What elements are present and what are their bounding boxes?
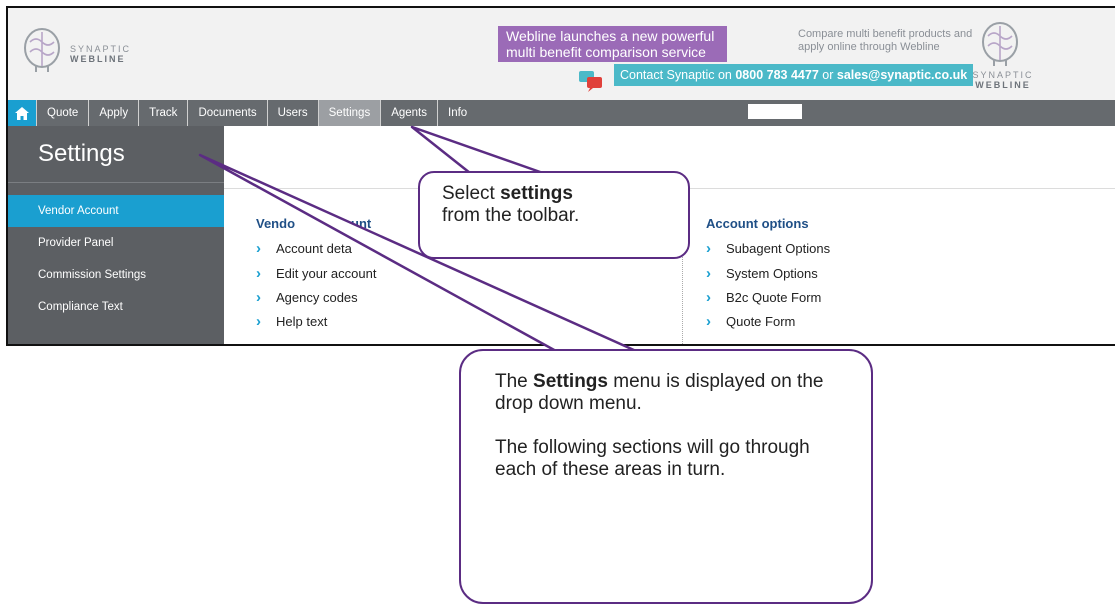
chevron-right-icon: ›	[256, 289, 261, 306]
link-edit-account[interactable]: › Edit your account	[256, 265, 376, 282]
chevron-right-icon: ›	[706, 240, 711, 257]
link-subagent-options[interactable]: › Subagent Options	[706, 240, 830, 257]
nav-agents[interactable]: Agents	[380, 100, 437, 126]
sidebar-item-provider-panel[interactable]: Provider Panel	[8, 227, 224, 259]
nav-documents[interactable]: Documents	[187, 100, 266, 126]
home-icon	[15, 106, 29, 120]
nav-info[interactable]: Info	[437, 100, 477, 126]
account-options-heading: Account options	[706, 216, 809, 231]
promo-banner[interactable]: Webline launches a new powerful multi be…	[498, 26, 727, 62]
header: SYNAPTIC WEBLINE Webline launches a new …	[8, 8, 1115, 100]
callout-select-settings: Select settings from the toolbar.	[418, 171, 690, 259]
chat-icon	[578, 70, 604, 92]
callout-settings-menu: The Settings menu is displayed on the dr…	[459, 349, 873, 604]
brain-logo-icon	[980, 20, 1020, 68]
chevron-right-icon: ›	[256, 240, 261, 257]
sidebar: Settings Vendor Account Provider Panel C…	[8, 126, 224, 344]
column-divider	[682, 254, 683, 344]
link-account-details[interactable]: › Account deta	[256, 240, 352, 257]
chevron-right-icon: ›	[706, 265, 711, 282]
compare-text: Compare multi benefit products and apply…	[798, 28, 973, 53]
link-help-text[interactable]: › Help text	[256, 313, 327, 330]
toolbar: Quote Apply Track Documents Users Settin…	[8, 100, 1115, 126]
link-agency-codes[interactable]: › Agency codes	[256, 289, 358, 306]
logo-left-text: SYNAPTIC WEBLINE	[70, 44, 132, 64]
link-system-options[interactable]: › System Options	[706, 265, 818, 282]
link-b2c-quote-form[interactable]: › B2c Quote Form	[706, 289, 821, 306]
vendor-account-heading: Vendo unt	[256, 216, 372, 231]
contact-email[interactable]: sales@synaptic.co.uk	[837, 68, 967, 82]
chevron-right-icon: ›	[256, 265, 261, 282]
sidebar-item-compliance-text[interactable]: Compliance Text	[8, 291, 224, 323]
contact-phone[interactable]: 0800 783 4477	[735, 68, 818, 82]
toolbar-search-box[interactable]	[748, 104, 802, 119]
sidebar-item-vendor-account[interactable]: Vendor Account	[8, 195, 224, 227]
home-button[interactable]	[8, 100, 36, 126]
chevron-right-icon: ›	[706, 313, 711, 330]
chevron-right-icon: ›	[256, 313, 261, 330]
nav-apply[interactable]: Apply	[88, 100, 138, 126]
nav-track[interactable]: Track	[138, 100, 187, 126]
nav-settings[interactable]: Settings	[317, 100, 381, 126]
sidebar-title: Settings	[8, 126, 224, 183]
nav-quote[interactable]: Quote	[36, 100, 88, 126]
chevron-right-icon: ›	[706, 289, 711, 306]
logo-right-text: SYNAPTIC WEBLINE	[972, 70, 1034, 90]
nav-users[interactable]: Users	[266, 100, 318, 126]
sidebar-item-commission-settings[interactable]: Commission Settings	[8, 259, 224, 291]
link-quote-form[interactable]: › Quote Form	[706, 313, 795, 330]
contact-bar[interactable]: Contact Synaptic on 0800 783 4477 or sal…	[614, 64, 974, 86]
brain-logo-icon	[22, 26, 62, 74]
